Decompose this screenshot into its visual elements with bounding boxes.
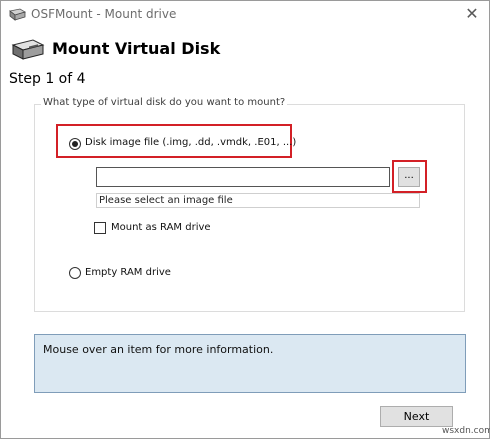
close-button[interactable]: ✕ xyxy=(461,5,483,25)
drive-icon xyxy=(9,8,26,21)
browse-button[interactable]: ... xyxy=(398,167,420,187)
title-bar: OSFMount - Mount drive ✕ xyxy=(1,1,489,29)
info-panel: Mouse over an item for more information. xyxy=(34,334,466,393)
window-title: OSFMount - Mount drive xyxy=(31,7,177,21)
page-title: Mount Virtual Disk xyxy=(52,39,221,58)
image-file-path-input[interactable] xyxy=(96,167,390,187)
group-legend: What type of virtual disk do you want to… xyxy=(41,97,288,108)
disk-drive-icon xyxy=(11,39,45,60)
mount-as-ram-checkbox[interactable] xyxy=(94,222,106,234)
wizard-header: Mount Virtual Disk Step 1 of 4 xyxy=(1,29,489,89)
next-button[interactable]: Next xyxy=(380,406,453,427)
radio-disk-image-file[interactable] xyxy=(69,138,81,150)
info-text: Mouse over an item for more information. xyxy=(43,343,274,356)
checkbox-label-mount-as-ram[interactable]: Mount as RAM drive xyxy=(111,222,211,233)
osfmount-window: OSFMount - Mount drive ✕ Mount Virtual D… xyxy=(0,0,490,439)
option-label-disk-image-file[interactable]: Disk image file (.img, .dd, .vmdk, .E01,… xyxy=(85,137,296,148)
step-indicator: Step 1 of 4 xyxy=(9,71,86,87)
watermark: wsxdn.com xyxy=(442,426,490,436)
radio-empty-ram-drive[interactable] xyxy=(69,267,81,279)
option-label-empty-ram-drive[interactable]: Empty RAM drive xyxy=(85,267,171,278)
close-icon: ✕ xyxy=(465,6,479,23)
file-status-text: Please select an image file xyxy=(96,193,420,208)
